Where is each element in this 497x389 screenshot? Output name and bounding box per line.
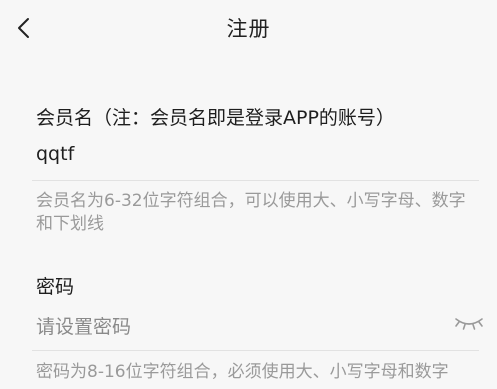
member-name-hint: 会员名为6-32位字符组合，可以使用大、小写字母、数字和下划线 (36, 191, 466, 234)
password-input[interactable]: 请设置密码 (36, 312, 131, 339)
member-name-divider (32, 180, 479, 181)
password-hint: 密码为8-16位字符组合，必须使用大、小写字母和数字 (36, 362, 449, 382)
member-name-label: 会员名（注：会员名即是登录APP的账号） (36, 107, 395, 129)
password-divider (32, 350, 479, 351)
page-title: 注册 (226, 17, 271, 41)
password-label: 密码 (36, 276, 75, 298)
toggle-password-visibility-button[interactable] (453, 313, 485, 333)
eye-closed-icon (455, 318, 483, 330)
register-screen: 注册 会员名（注：会员名即是登录APP的账号） qqtf 会员名为6-32位字符… (0, 0, 497, 389)
member-name-input[interactable]: qqtf (36, 143, 74, 165)
header-bar: 注册 (0, 0, 497, 56)
